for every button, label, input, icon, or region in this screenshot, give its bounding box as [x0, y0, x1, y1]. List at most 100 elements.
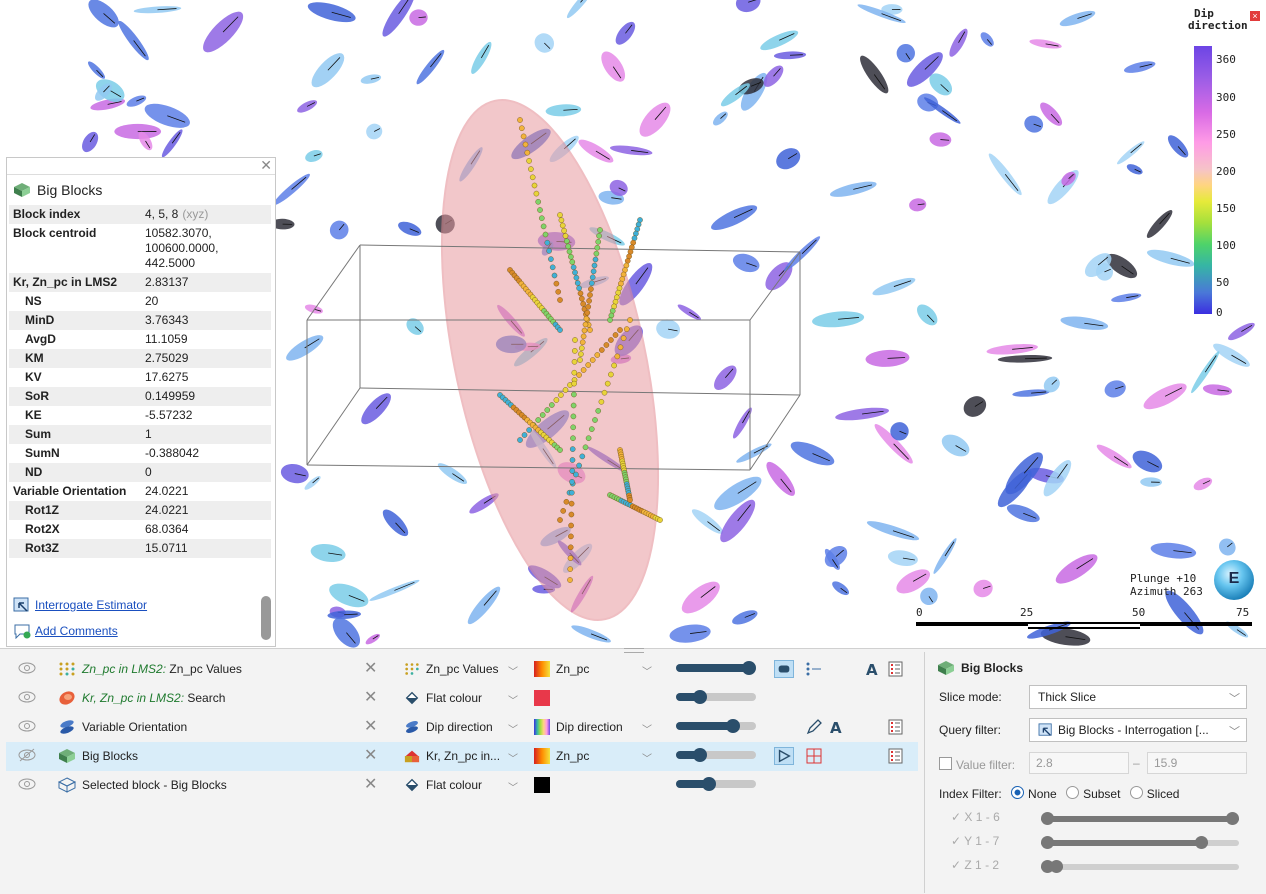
interrogate-estimator-link[interactable]: Interrogate Estimator [7, 592, 257, 618]
sample-point [571, 403, 576, 408]
property-value-text: 2.75029 [145, 351, 188, 365]
value-filter-min[interactable]: 2.8 [1029, 752, 1129, 774]
sample-point [657, 517, 662, 522]
variable-orientation-icon [404, 719, 420, 735]
colour-scheme-swatch[interactable] [534, 661, 550, 677]
orientation-disc [159, 127, 185, 159]
remove-layer-icon[interactable]: ✕ [364, 716, 377, 736]
remove-layer-icon[interactable]: ✕ [364, 687, 377, 707]
play-slice-icon[interactable] [774, 747, 794, 765]
remove-layer-icon[interactable]: ✕ [364, 745, 377, 765]
layer-row[interactable]: Zn_pc in LMS2: Zn_pc Values ✕ Zn_pc Valu… [6, 655, 918, 684]
slice-mode-dropdown[interactable]: Thick Slice ﹀ [1029, 685, 1247, 709]
sample-point [557, 297, 562, 302]
info-scrollbar[interactable] [261, 596, 271, 640]
property-row: Rot3Z15.0711 [9, 539, 271, 558]
chevron-down-icon[interactable]: ﹀ [508, 750, 518, 765]
remove-layer-icon[interactable]: ✕ [364, 658, 377, 678]
opacity-slider[interactable] [676, 780, 756, 788]
add-comments-link[interactable]: Add Comments [7, 618, 257, 644]
legend-toggle-icon[interactable] [886, 718, 906, 736]
pen-icon[interactable] [804, 718, 824, 736]
visibility-hidden-eye-icon[interactable] [18, 748, 36, 762]
layer-row-selected[interactable]: Big Blocks ✕ Kr, Zn_pc in... ﹀ Zn_pc ﹀ [6, 742, 918, 771]
sample-point [564, 499, 569, 504]
chevron-down-icon[interactable]: ﹀ [508, 779, 518, 794]
property-value: 1 [141, 425, 271, 444]
chevron-down-icon[interactable]: ﹀ [642, 721, 652, 736]
sample-point [613, 299, 618, 304]
index-option-sliced[interactable]: Sliced [1130, 787, 1180, 801]
chevron-down-icon[interactable]: ﹀ [508, 663, 518, 678]
index-y-slider[interactable] [1041, 840, 1239, 846]
colour-scheme-name[interactable]: Zn_pc [556, 749, 589, 763]
value-filter-checkbox[interactable] [939, 757, 952, 770]
layer-row[interactable]: Selected block - Big Blocks ✕ Flat colou… [6, 771, 918, 800]
display-mode-icon[interactable] [774, 660, 794, 678]
colour-by-label[interactable]: Dip direction [426, 720, 493, 734]
text-label-icon[interactable]: A [862, 660, 882, 678]
index-option-none[interactable]: None [1011, 787, 1057, 801]
visibility-eye-icon[interactable] [18, 661, 36, 675]
sample-point [583, 322, 588, 327]
chevron-down-icon[interactable]: ﹀ [642, 750, 652, 765]
opacity-slider[interactable] [676, 693, 756, 701]
chevron-down-icon[interactable]: ﹀ [508, 721, 518, 736]
index-x-axis: X 1 - 6 [964, 810, 999, 824]
colour-by-label[interactable]: Zn_pc Values [426, 662, 499, 676]
chevron-down-icon: ﹀ [1229, 690, 1240, 706]
colour-scheme-swatch[interactable] [534, 748, 550, 764]
chevron-down-icon[interactable]: ﹀ [508, 692, 518, 707]
chevron-down-icon[interactable]: ﹀ [642, 663, 652, 678]
text-label-icon[interactable]: A [826, 718, 846, 736]
colour-by-label[interactable]: Kr, Zn_pc in... [426, 749, 500, 763]
query-filter-dropdown[interactable]: Big Blocks - Interrogation [... ﹀ [1029, 718, 1247, 742]
colour-scheme-swatch[interactable] [534, 719, 550, 735]
layer-name-source: Kr, Zn_pc in LMS2: [82, 691, 184, 705]
layer-row[interactable]: Kr, Zn_pc in LMS2: Search ✕ Flat colour … [6, 684, 918, 713]
sample-point [617, 327, 622, 332]
splitter-handle[interactable] [624, 648, 644, 653]
opacity-slider[interactable] [676, 751, 756, 759]
colour-by-label[interactable]: Flat colour [426, 691, 482, 705]
index-x-slider[interactable] [1041, 816, 1239, 822]
sample-point [545, 407, 550, 412]
flat-colour-swatch[interactable] [534, 777, 550, 793]
index-z-slider[interactable] [1041, 864, 1239, 870]
visibility-eye-icon[interactable] [18, 777, 36, 791]
legend-close-button[interactable]: × [1250, 11, 1260, 21]
sample-point [599, 399, 604, 404]
sample-point [568, 254, 573, 259]
opacity-slider[interactable] [676, 664, 756, 672]
index-option-subset[interactable]: Subset [1066, 787, 1120, 801]
orientation-disc [570, 622, 612, 645]
visibility-eye-icon[interactable] [18, 690, 36, 704]
grid-icon[interactable] [804, 747, 824, 765]
compass-globe-icon[interactable]: E [1214, 560, 1254, 600]
close-icon[interactable]: ✕ [260, 157, 272, 174]
legend-toggle-icon[interactable] [886, 660, 906, 678]
opacity-slider[interactable] [676, 722, 756, 730]
colour-scheme-name[interactable]: Dip direction [556, 720, 623, 734]
orientation-disc [115, 18, 152, 63]
radio-none[interactable] [1011, 786, 1024, 799]
property-value-text: 20 [145, 294, 158, 308]
scale-label-75: 75 [1236, 606, 1249, 619]
sample-point [563, 387, 568, 392]
layer-row[interactable]: Variable Orientation ✕ Dip direction ﹀ D… [6, 713, 918, 742]
property-value-text: 17.6275 [145, 370, 188, 384]
radio-subset[interactable] [1066, 786, 1079, 799]
legend-toggle-icon[interactable] [886, 747, 906, 765]
property-row: SoR0.149959 [9, 387, 271, 406]
points-join-icon[interactable] [804, 660, 824, 678]
flat-colour-swatch[interactable] [534, 690, 550, 706]
remove-layer-icon[interactable]: ✕ [364, 774, 377, 794]
radio-sliced[interactable] [1130, 786, 1143, 799]
visibility-eye-icon[interactable] [18, 719, 36, 733]
colour-scheme-name[interactable]: Zn_pc [556, 662, 589, 676]
value-filter-max[interactable]: 15.9 [1147, 752, 1247, 774]
orientation-disc [856, 52, 893, 96]
sample-point [579, 296, 584, 301]
colour-by-label[interactable]: Flat colour [426, 778, 482, 792]
orientation-disc [917, 584, 941, 608]
